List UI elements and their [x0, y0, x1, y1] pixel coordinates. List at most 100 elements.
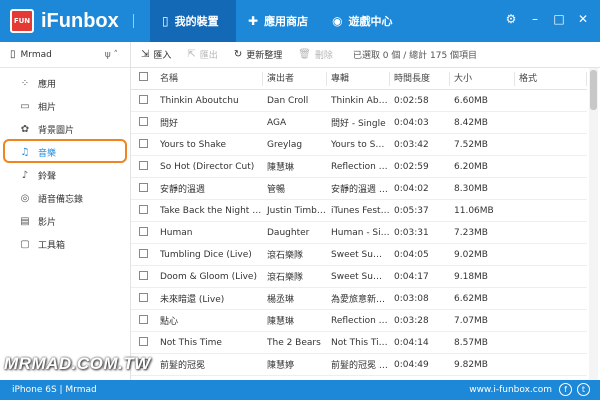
cell-duration: 0:05:37	[394, 205, 429, 216]
music-highlight-outline	[3, 139, 127, 163]
website-link[interactable]: www.i-funbox.com	[469, 385, 552, 395]
table-row[interactable]: 問好 AGA 問好 - Single 0:04:03 8.42MB	[131, 112, 587, 134]
row-checkbox[interactable]	[131, 116, 156, 129]
table-row[interactable]: Doom & Gloom (Live) 滾石樂隊 Sweet Sum… 0:04:17…	[131, 266, 587, 288]
sidebar: ▯ Mrmad ψ ˄ ⁘ 應用 ▭ 相片 ✿ 背景圖片 ♫ 音樂 ♪ 鈴聲 ◎…	[0, 42, 131, 380]
export-label: 匯出	[199, 51, 218, 61]
column-header-artist[interactable]: 演出者	[263, 71, 327, 86]
scrollbar-thumb[interactable]	[590, 70, 597, 110]
cell-album: 安靜的溫週 -…	[331, 185, 390, 195]
sidebar-item-ringtones[interactable]: ♪ 鈴聲	[0, 164, 130, 187]
delete-button[interactable]: 🗑 刪除	[298, 48, 333, 61]
cell-album: iTunes Festi…	[331, 205, 390, 216]
minimize-icon[interactable]: –	[528, 12, 542, 26]
cell-album: 問好 - Single	[331, 119, 386, 129]
trash-icon: 🗑	[298, 49, 311, 60]
table-row[interactable]: Tumbling Dice (Live) 滾石樂隊 Sweet Sum… 0:04:0…	[131, 244, 587, 266]
table-row[interactable]: Not This Time The 2 Bears Not This Ti… 0:04…	[131, 332, 587, 354]
photo-icon: ▭	[20, 101, 30, 112]
cell-name: So Hot (Director Cut)	[160, 161, 255, 172]
close-icon[interactable]: ✕	[576, 12, 590, 26]
tab-my-device[interactable]: ▯ 我的裝置	[150, 0, 236, 42]
cell-size: 6.62MB	[454, 293, 488, 304]
cell-size: 8.30MB	[454, 183, 488, 194]
refresh-button[interactable]: ↻ 更新整理	[234, 48, 282, 61]
usb-icon: ψ ˄	[104, 49, 118, 60]
cell-album: Yours to Sha…	[331, 139, 390, 150]
app-logo: FUN iFunbox	[10, 9, 119, 33]
cell-artist: 陳慧婷	[267, 361, 295, 371]
logo-icon: FUN	[10, 9, 34, 33]
column-header-name[interactable]: 名稱	[156, 71, 263, 86]
cell-artist: 管暢	[267, 185, 286, 195]
table-row[interactable]: So Hot (Director Cut) 陳慧琳 Reflection II-… 0…	[131, 156, 587, 178]
cell-size: 9.18MB	[454, 271, 488, 282]
vertical-scrollbar[interactable]	[589, 68, 598, 380]
app-title: iFunbox	[41, 9, 119, 32]
table-row[interactable]: 未來暗還 (Live) 楊丞琳 為愛旅意新年… 0:03:08 6.62MB	[131, 288, 587, 310]
row-checkbox[interactable]	[131, 292, 156, 305]
table-row[interactable]: 安靜的溫週 管暢 安靜的溫週 -… 0:04:02 8.30MB	[131, 178, 587, 200]
settings-icon[interactable]: ⚙	[504, 12, 518, 26]
cell-duration: 0:03:28	[394, 315, 429, 326]
cell-duration: 0:04:49	[394, 359, 429, 370]
row-checkbox[interactable]	[131, 248, 156, 261]
row-checkbox[interactable]	[131, 138, 156, 151]
cell-album: Reflection II-…	[331, 315, 390, 326]
device-info: iPhone 6S | Mrmad	[12, 385, 97, 395]
cell-duration: 0:04:02	[394, 183, 429, 194]
column-header-format[interactable]: 格式	[515, 71, 587, 86]
cell-artist: Justin Timb…	[267, 205, 326, 216]
device-icon: ▯	[10, 49, 16, 60]
cell-album: Sweet Sum…	[331, 249, 390, 260]
sidebar-item-photos[interactable]: ▭ 相片	[0, 95, 130, 118]
sidebar-item-label: 語音備忘錄	[38, 195, 84, 205]
row-checkbox[interactable]	[131, 160, 156, 173]
cell-size: 7.23MB	[454, 227, 488, 238]
cell-album: 為愛旅意新年…	[331, 295, 390, 305]
tab-app-store[interactable]: ✚ 應用商店	[236, 0, 320, 42]
row-checkbox[interactable]	[131, 270, 156, 283]
sidebar-item-apps[interactable]: ⁘ 應用	[0, 72, 130, 95]
row-checkbox[interactable]	[131, 182, 156, 195]
bell-icon: ♪	[21, 170, 29, 181]
sidebar-item-videos[interactable]: ▤ 影片	[0, 210, 130, 233]
table-row[interactable]: Yours to Shake Greylag Yours to Sha… 0:03:4…	[131, 134, 587, 156]
device-selector[interactable]: ▯ Mrmad ψ ˄	[0, 42, 130, 68]
cell-artist: 楊丞琳	[267, 295, 295, 305]
import-button[interactable]: ⇲ 匯入	[141, 48, 171, 61]
table-body: Thinkin Aboutchu Dan Croll Thinkin Abo… 0:0…	[131, 90, 587, 376]
column-header-album[interactable]: 專輯	[327, 71, 390, 86]
toolbox-icon: ▢	[20, 239, 30, 250]
cell-album: Not This Ti…	[331, 337, 388, 348]
sidebar-item-wallpaper[interactable]: ✿ 背景圖片	[0, 118, 130, 141]
row-checkbox[interactable]	[131, 94, 156, 107]
table-row[interactable]: Take Back the Night (Li… Justin Timb… iTun…	[131, 200, 587, 222]
facebook-icon[interactable]: f	[559, 383, 572, 396]
row-checkbox[interactable]	[131, 226, 156, 239]
cell-name: Yours to Shake	[160, 139, 227, 150]
table-row[interactable]: 點心 陳慧琳 Reflection II-… 0:03:28 7.07MB	[131, 310, 587, 332]
header-divider	[133, 14, 134, 28]
gamepad-icon: ◉	[332, 14, 343, 28]
tab-game-center[interactable]: ◉ 遊戲中心	[320, 0, 404, 42]
column-header-duration[interactable]: 時間長度	[390, 71, 450, 86]
sidebar-item-toolbox[interactable]: ▢ 工具箱	[0, 233, 130, 256]
row-checkbox[interactable]	[131, 314, 156, 327]
table-row[interactable]: 前髮的冠冕 陳慧婷 前髮的冠冕 -… 0:04:49 9.82MB	[131, 354, 587, 376]
cell-album: Thinkin Abo…	[331, 95, 390, 106]
sidebar-item-voice-memos[interactable]: ◎ 語音備忘錄	[0, 187, 130, 210]
cell-size: 11.06MB	[454, 205, 494, 216]
column-header-size[interactable]: 大小	[450, 71, 515, 86]
maximize-icon[interactable]: □	[552, 12, 566, 26]
select-all-checkbox[interactable]	[131, 71, 156, 86]
cell-name: Not This Time	[160, 337, 222, 348]
sidebar-item-label: 應用	[38, 80, 57, 90]
row-checkbox[interactable]	[131, 336, 156, 349]
table-row[interactable]: Human Daughter Human - Si… 0:03:31 7.23MB	[131, 222, 587, 244]
twitter-icon[interactable]: t	[577, 383, 590, 396]
tab-label: 我的裝置	[174, 15, 219, 28]
row-checkbox[interactable]	[131, 204, 156, 217]
export-button[interactable]: ⇱ 匯出	[187, 48, 217, 61]
table-row[interactable]: Thinkin Aboutchu Dan Croll Thinkin Abo… 0:0…	[131, 90, 587, 112]
